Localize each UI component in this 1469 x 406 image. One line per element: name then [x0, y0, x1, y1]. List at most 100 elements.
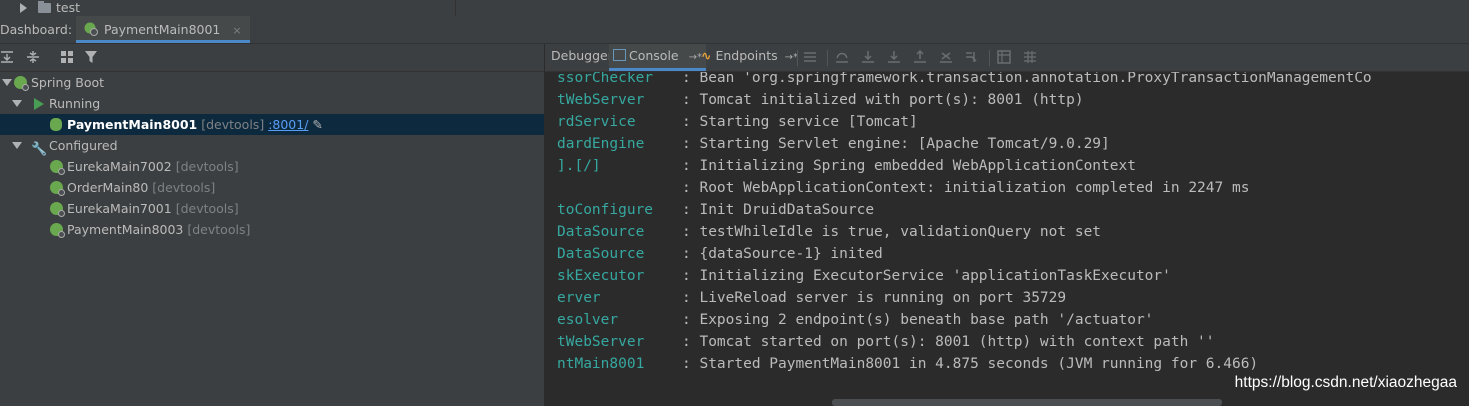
menu-lines-icon[interactable]: [803, 50, 817, 64]
edit-pencil-icon[interactable]: ✎: [312, 117, 322, 132]
step-into-icon[interactable]: [861, 50, 875, 64]
log-source: toConfigure: [557, 202, 654, 218]
console-line: dardEngine: Starting Servlet engine: [Ap…: [545, 133, 1469, 155]
dashboard-tab-bar: Dashboard: PaymentMain8001 ×: [0, 16, 1469, 44]
toolbar-divider: [797, 50, 798, 66]
run-to-cursor-icon[interactable]: [965, 50, 979, 64]
tree-node-configured-app[interactable]: EurekaMain7001 [devtools]: [0, 198, 544, 219]
dashboard-label: Dashboard:: [0, 22, 73, 37]
log-source: ssorChecker: [557, 72, 654, 86]
tree-node-label: Configured: [49, 138, 118, 153]
spring-boot-icon: [50, 181, 65, 196]
expand-all-icon[interactable]: [0, 50, 14, 64]
run-icon: [34, 98, 44, 110]
project-tree-pane: test: [0, 0, 456, 16]
log-source: tWebServer: [557, 92, 645, 108]
horizontal-scrollbar[interactable]: [832, 399, 1222, 406]
tree-node-spring-boot[interactable]: Spring Boot: [0, 72, 544, 93]
console-line: tWebServer: Tomcat started on port(s): 8…: [545, 331, 1469, 353]
devtools-tag: [devtools]: [175, 159, 239, 174]
tab-console[interactable]: Console →*: [609, 44, 706, 71]
console-line: : Root WebApplicationContext: initializa…: [545, 177, 1469, 199]
evaluate-expression-icon[interactable]: [997, 50, 1011, 64]
console-line: toConfigure : Init DruidDataSource: [545, 199, 1469, 221]
tree-node-configured-app[interactable]: PaymentMain8003 [devtools]: [0, 219, 544, 240]
spring-boot-icon: [50, 202, 65, 217]
force-step-into-icon[interactable]: [887, 50, 901, 64]
log-message: : Starting Servlet engine: [Apache Tomca…: [682, 136, 1110, 152]
log-message: : Exposing 2 endpoint(s) beneath base pa…: [682, 312, 1154, 328]
spring-boot-icon: [50, 160, 65, 175]
filter-icon[interactable]: [84, 50, 98, 64]
log-message: : Starting service [Tomcat]: [682, 114, 918, 130]
app-name: EurekaMain7001: [67, 201, 172, 216]
dashboard-tab[interactable]: PaymentMain8001 ×: [76, 16, 250, 43]
console-output[interactable]: ssorChecker : Bean 'org.springframework.t…: [545, 72, 1469, 398]
log-source: erver: [557, 290, 601, 306]
watermark-text: https://blog.csdn.net/xiaozhegaa: [1234, 374, 1457, 391]
tree-node-running-app[interactable]: PaymentMain8001 [devtools] :8001/ ✎: [0, 114, 544, 135]
log-message: : Initializing Spring embedded WebApplic…: [682, 158, 1136, 174]
log-source: DataSource: [557, 224, 645, 240]
step-over-icon[interactable]: [835, 50, 849, 64]
console-line: ntMain8001: Started PaymentMain8001 in 4…: [545, 353, 1469, 375]
spring-boot-icon: [50, 223, 65, 238]
log-message: : Bean 'org.springframework.transaction.…: [682, 72, 1372, 86]
app-name: EurekaMain7002: [67, 159, 172, 174]
run-console-panel: Debugger Console →* ∿ Endpoints →* ssorC…: [545, 44, 1469, 406]
console-line: ].[/] : Initializing Spring embedded WebA…: [545, 155, 1469, 177]
log-message: : Started PaymentMain8001 in 4.875 secon…: [682, 356, 1259, 372]
tree-node-label: Spring Boot: [31, 75, 105, 90]
log-message: : LiveReload server is running on port 3…: [682, 290, 1067, 306]
expand-arrow-icon[interactable]: [12, 142, 22, 149]
log-message: : Init DruidDataSource: [682, 202, 875, 218]
expand-arrow-icon[interactable]: [12, 100, 22, 107]
tree-node-configured-app[interactable]: EurekaMain7002 [devtools]: [0, 156, 544, 177]
log-message: : Tomcat started on port(s): 8001 (http)…: [682, 334, 1215, 350]
port-link[interactable]: :8001/: [268, 117, 308, 132]
drop-frame-icon[interactable]: [939, 50, 953, 64]
log-message: : {dataSource-1} inited: [682, 246, 883, 262]
tab-debugger[interactable]: Debugger: [547, 44, 617, 71]
log-source: ].[/]: [557, 158, 601, 174]
tree-node-running[interactable]: Running: [0, 93, 544, 114]
log-message: : testWhileIdle is true, validationQuery…: [682, 224, 1102, 240]
log-source: skExecutor: [557, 268, 645, 284]
folder-label[interactable]: test: [56, 0, 80, 15]
tab-endpoints[interactable]: ∿ Endpoints →*: [697, 44, 802, 71]
pin-icon[interactable]: →*: [785, 52, 798, 63]
services-toolbar: [0, 44, 544, 72]
log-source: rdService: [557, 114, 636, 130]
console-line: esolver: Exposing 2 endpoint(s) beneath …: [545, 309, 1469, 331]
collapse-all-icon[interactable]: [26, 50, 40, 64]
dashboard-tab-label: PaymentMain8001: [104, 22, 221, 37]
expand-arrow-icon[interactable]: [20, 3, 27, 13]
console-line: DataSource : testWhileIdle is true, valid…: [545, 221, 1469, 243]
devtools-tag: [devtools]: [175, 201, 239, 216]
endpoints-icon: ∿: [701, 48, 712, 63]
console-line: ssorChecker : Bean 'org.springframework.t…: [545, 72, 1469, 89]
tab-console-label: Console: [629, 48, 679, 63]
console-tab-bar: Debugger Console →* ∿ Endpoints →*: [545, 44, 1469, 72]
devtools-tag: [devtools]: [201, 117, 265, 132]
console-line: rdService : Starting service [Tomcat]: [545, 111, 1469, 133]
close-icon[interactable]: ×: [232, 24, 241, 37]
console-line: tWebServer: Tomcat initialized with port…: [545, 89, 1469, 111]
tree-node-configured-app[interactable]: OrderMain80 [devtools]: [0, 177, 544, 198]
spring-boot-icon: [84, 22, 98, 36]
app-name: PaymentMain8001: [67, 117, 198, 132]
tree-node-label: Running: [49, 96, 101, 111]
toolbar-divider: [989, 50, 990, 66]
group-by-icon[interactable]: [60, 50, 74, 64]
devtools-tag: [devtools]: [187, 222, 251, 237]
devtools-tag: [devtools]: [152, 180, 216, 195]
log-message: : Initializing ExecutorService 'applicat…: [682, 268, 1171, 284]
expand-arrow-icon[interactable]: [2, 79, 12, 86]
console-line: erver : LiveReload server is running on p…: [545, 287, 1469, 309]
app-name: PaymentMain8003: [67, 222, 184, 237]
trace-stream-icon[interactable]: [1023, 50, 1037, 64]
tree-node-configured[interactable]: 🔧 Configured: [0, 135, 544, 157]
app-name: OrderMain80: [67, 180, 149, 195]
step-out-icon[interactable]: [913, 50, 927, 64]
console-line: skExecutor : Initializing ExecutorService…: [545, 265, 1469, 287]
